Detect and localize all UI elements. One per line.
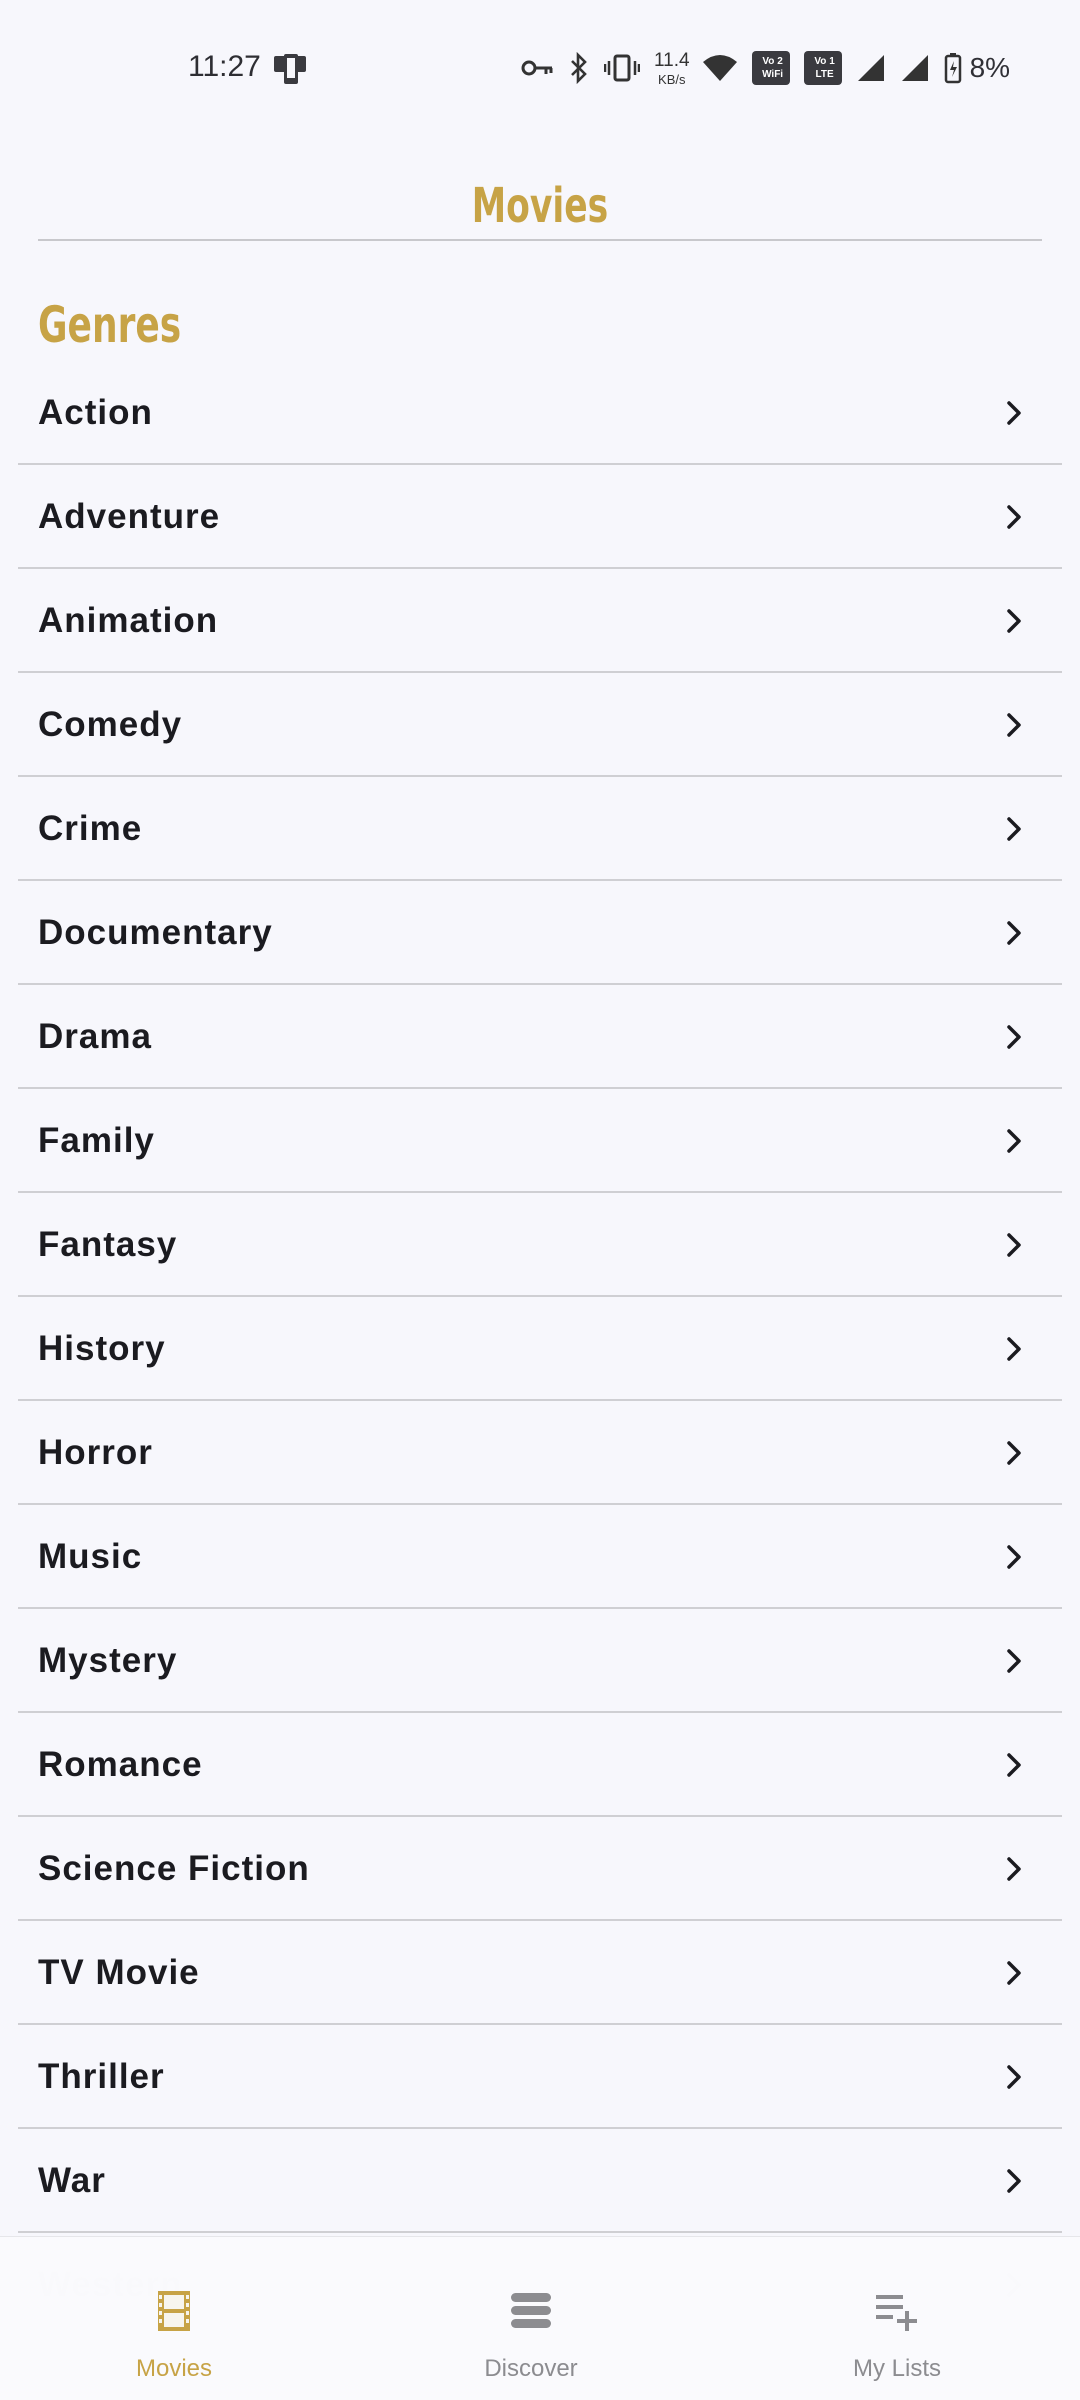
genre-label: Science Fiction	[38, 1849, 310, 1888]
chevron-right-icon	[1000, 1543, 1028, 1571]
genre-list-item[interactable]: Comedy	[0, 673, 1080, 777]
chevron-right-icon	[1000, 607, 1028, 635]
chevron-right-icon	[1000, 1647, 1028, 1675]
stack-icon	[507, 2287, 555, 2335]
genre-label: Documentary	[38, 913, 273, 952]
battery-charging-icon	[944, 52, 962, 84]
genre-label: Music	[38, 1537, 143, 1576]
chevron-right-icon	[1000, 919, 1028, 947]
vibrate-icon	[604, 53, 640, 83]
genre-list-item[interactable]: Action	[0, 361, 1080, 465]
chevron-right-icon	[1000, 1855, 1028, 1883]
genre-label: TV Movie	[38, 1953, 200, 1992]
network-speed-unit: KB/s	[658, 71, 686, 87]
genre-list-item[interactable]: Romance	[0, 1713, 1080, 1817]
genre-list-item[interactable]: Adventure	[0, 465, 1080, 569]
genre-label: Thriller	[38, 2057, 165, 2096]
network-speed: 11.4 KB/s	[654, 51, 690, 86]
genre-list-item[interactable]: Science Fiction	[0, 1817, 1080, 1921]
genre-list-item[interactable]: Horror	[0, 1401, 1080, 1505]
status-bar: 11:27 11.4 KB/s Vo 2 WiFi Vo 1 LTE 8%	[0, 0, 1080, 136]
genre-label: Action	[38, 393, 153, 432]
genre-list-item[interactable]: Animation	[0, 569, 1080, 673]
genre-list-item[interactable]: Mystery	[0, 1609, 1080, 1713]
signal-1-icon	[856, 53, 886, 83]
chevron-right-icon	[1000, 2063, 1028, 2091]
nav-item-discover[interactable]: Discover	[381, 2237, 681, 2400]
genre-label: War	[38, 2161, 106, 2200]
genre-list-item[interactable]: War	[0, 2129, 1080, 2233]
nav-label-movies: Movies	[135, 2355, 213, 2382]
nav-label-my-lists: My Lists	[852, 2355, 941, 2382]
battery-percent: 8%	[969, 52, 1011, 83]
playlist-add-icon	[873, 2287, 921, 2335]
genre-list-item[interactable]: History	[0, 1297, 1080, 1401]
chevron-right-icon	[1000, 503, 1028, 531]
vowifi-badge-top: Vo 2	[762, 56, 783, 67]
status-icons: 11.4 KB/s Vo 2 WiFi Vo 1 LTE 8%	[520, 46, 1010, 90]
chevron-right-icon	[1000, 1335, 1028, 1363]
vpn-key-icon	[520, 58, 554, 78]
genre-list-item[interactable]: Crime	[0, 777, 1080, 881]
genre-list-item[interactable]: Documentary	[0, 881, 1080, 985]
vowifi-badge: Vo 2 WiFi	[751, 51, 790, 85]
chevron-right-icon	[1000, 1959, 1028, 1987]
nav-item-my-lists[interactable]: My Lists	[747, 2237, 1047, 2400]
genre-label: Adventure	[38, 497, 221, 536]
network-speed-value: 11.4	[654, 49, 690, 71]
chevron-right-icon	[1000, 1439, 1028, 1467]
chevron-right-icon	[1000, 399, 1028, 427]
chevron-right-icon	[1000, 711, 1028, 739]
volte-badge-bottom: LTE	[815, 69, 834, 80]
section-title-genres: Genres	[38, 296, 182, 354]
chevron-right-icon	[1000, 2167, 1028, 2195]
genre-label: Romance	[38, 1745, 203, 1784]
film-icon	[150, 2287, 198, 2335]
page-title: Movies	[471, 178, 609, 234]
genre-label: Comedy	[38, 705, 183, 744]
status-time: 11:27	[188, 50, 261, 83]
genre-list-item[interactable]: Family	[0, 1089, 1080, 1193]
genre-list-item[interactable]: Thriller	[0, 2025, 1080, 2129]
chevron-right-icon	[1000, 1231, 1028, 1259]
genre-label: Animation	[38, 601, 219, 640]
genre-label: Family	[38, 1121, 155, 1160]
genre-label: Crime	[38, 809, 143, 848]
signal-2-icon	[900, 53, 930, 83]
volte-badge: Vo 1 LTE	[803, 51, 842, 85]
volte-badge-top: Vo 1	[814, 56, 835, 67]
vowifi-badge-bottom: WiFi	[762, 69, 784, 80]
genre-label: Mystery	[38, 1641, 178, 1680]
genre-list: Action Adventure Animation Comedy Crime Docum…	[0, 361, 1080, 2337]
genre-label: History	[38, 1329, 166, 1368]
genre-label: Drama	[38, 1017, 152, 1056]
wifi-icon	[702, 54, 738, 82]
genre-list-item[interactable]: TV Movie	[0, 1921, 1080, 2025]
bluetooth-icon	[568, 52, 590, 84]
genre-label: Horror	[38, 1433, 153, 1472]
nav-item-movies[interactable]: Movies	[24, 2237, 324, 2400]
chevron-right-icon	[1000, 1023, 1028, 1051]
genre-label: Fantasy	[38, 1225, 178, 1264]
chevron-right-icon	[1000, 815, 1028, 843]
chevron-right-icon	[1000, 1751, 1028, 1779]
header-divider	[38, 239, 1042, 241]
bottom-navigation: Movies Discover My Lists	[0, 2236, 1080, 2400]
genre-list-item[interactable]: Fantasy	[0, 1193, 1080, 1297]
screen: 11:27 11.4 KB/s Vo 2 WiFi Vo 1 LTE 8% Mo…	[0, 0, 1080, 2400]
chevron-right-icon	[1000, 1127, 1028, 1155]
device-notification-icon	[272, 52, 308, 86]
genre-list-item[interactable]: Drama	[0, 985, 1080, 1089]
genre-list-item[interactable]: Music	[0, 1505, 1080, 1609]
nav-label-discover: Discover	[484, 2355, 578, 2382]
